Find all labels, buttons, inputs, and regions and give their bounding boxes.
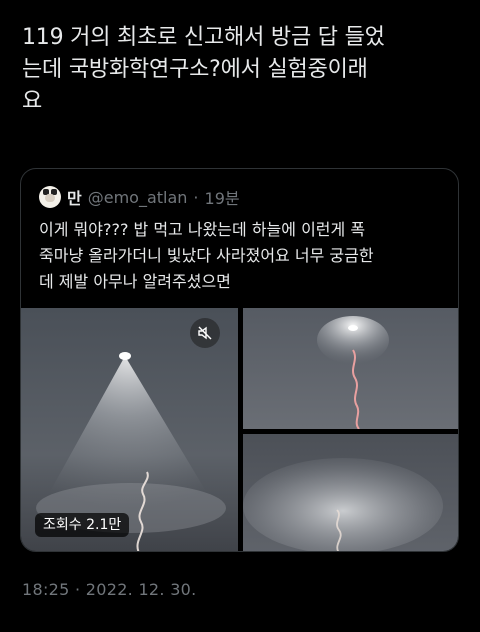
quoted-tweet-time[interactable]: 19분 [205,185,240,209]
video-thumbnail[interactable]: 조회수 2.1만 [21,308,238,551]
cat-avatar-icon[interactable] [39,186,61,208]
separator-dot: · [193,187,199,207]
tweet-text: 119 거의 최초로 신고해서 방금 답 들었 는데 국방화학연구소?에서 실험… [22,25,385,114]
media-image-3[interactable] [243,434,458,551]
media-grid: 조회수 2.1만 [21,308,458,551]
quoted-author-handle[interactable]: @emo_atlan [88,188,188,207]
media-image-2[interactable] [243,308,458,429]
quoted-tweet-text: 이게 뭐야??? 밥 먹고 나왔는데 하늘에 이런게 폭 죽마냥 올라가더니 빛… [39,220,374,291]
quoted-tweet[interactable]: 만 @emo_atlan · 19분 이게 뭐야??? 밥 먹고 나왔는데 하늘… [20,168,459,552]
view-count-badge: 조회수 2.1만 [35,513,130,537]
mute-icon[interactable] [190,318,220,348]
tweet-timestamp[interactable]: 18:25 · 2022. 12. 30. [22,580,197,599]
quoted-author-name[interactable]: 만 [67,185,82,209]
quoted-tweet-header: 만 @emo_atlan · 19분 [39,185,240,209]
